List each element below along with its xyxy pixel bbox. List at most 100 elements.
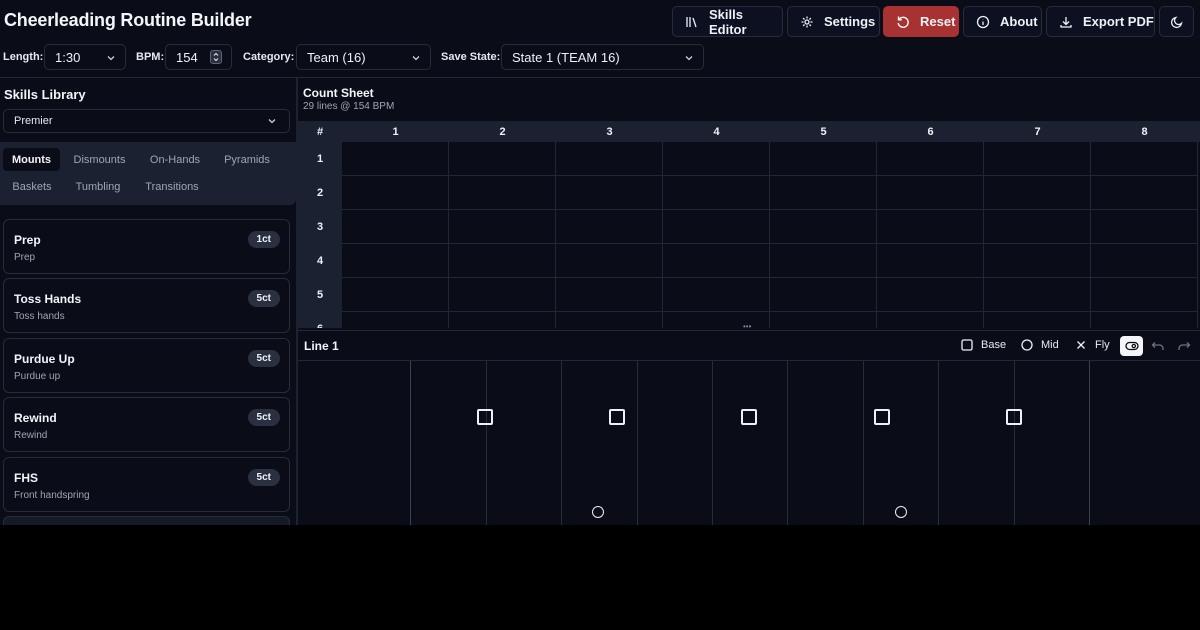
theme-toggle-button[interactable]: [1159, 6, 1194, 37]
about-button[interactable]: About: [963, 6, 1042, 37]
base-marker[interactable]: [741, 409, 757, 425]
count-cell[interactable]: [877, 312, 984, 328]
tab-mounts[interactable]: Mounts: [3, 148, 60, 171]
count-cell[interactable]: [663, 312, 770, 328]
count-cell[interactable]: [556, 142, 663, 176]
count-cell[interactable]: [877, 142, 984, 176]
reset-button[interactable]: Reset: [883, 6, 959, 37]
count-cell[interactable]: [342, 142, 449, 176]
count-cell[interactable]: [663, 176, 770, 210]
count-cell[interactable]: [342, 210, 449, 244]
toggle-icon: [1124, 341, 1139, 351]
count-cell[interactable]: [984, 142, 1091, 176]
undo-button[interactable]: [1146, 336, 1169, 356]
base-marker[interactable]: [609, 409, 625, 425]
bpm-stepper[interactable]: [210, 50, 222, 64]
skills-editor-button[interactable]: Skills Editor: [672, 6, 783, 37]
count-cell[interactable]: [556, 210, 663, 244]
stage-gridline: [712, 361, 713, 525]
skill-card[interactable]: FHS Front handspring 5ct: [3, 457, 290, 512]
legend-mid[interactable]: Mid: [1021, 339, 1059, 351]
skill-card[interactable]: [3, 516, 290, 525]
save-state-value: State 1 (TEAM 16): [512, 49, 620, 65]
skill-card[interactable]: Prep Prep 1ct: [3, 219, 290, 274]
count-cell[interactable]: [1091, 278, 1198, 312]
tab-baskets[interactable]: Baskets: [3, 175, 61, 198]
formation-stage[interactable]: [298, 361, 1200, 525]
skill-card[interactable]: Purdue Up Purdue up 5ct: [3, 338, 290, 393]
count-cell[interactable]: [556, 312, 663, 328]
count-cell[interactable]: [663, 210, 770, 244]
count-cell[interactable]: [449, 278, 556, 312]
count-cell[interactable]: [1091, 210, 1198, 244]
reset-label: Reset: [920, 14, 956, 29]
count-cell[interactable]: [877, 278, 984, 312]
bpm-input[interactable]: 154: [165, 44, 232, 70]
count-cell[interactable]: [449, 176, 556, 210]
base-marker[interactable]: [477, 409, 493, 425]
count-cell[interactable]: [342, 244, 449, 278]
count-cell[interactable]: [770, 210, 877, 244]
chevron-down-icon: [107, 56, 115, 61]
category-select[interactable]: Team (16): [296, 44, 431, 70]
count-cell[interactable]: [877, 176, 984, 210]
count-cell[interactable]: [556, 176, 663, 210]
row-number-column: 1 2 3 4 5 6: [298, 142, 342, 328]
tab-dismounts[interactable]: Dismounts: [63, 148, 136, 171]
length-label: Length:: [3, 51, 44, 63]
count-badge: 5ct: [247, 350, 280, 367]
count-cell[interactable]: [449, 312, 556, 328]
count-cell[interactable]: [770, 176, 877, 210]
redo-button[interactable]: [1172, 336, 1195, 356]
skill-card[interactable]: Rewind Rewind 5ct: [3, 397, 290, 452]
count-cell[interactable]: [770, 312, 877, 328]
count-cell[interactable]: [1091, 142, 1198, 176]
base-marker[interactable]: [874, 409, 890, 425]
count-cell[interactable]: [1091, 176, 1198, 210]
count-cell[interactable]: [556, 244, 663, 278]
count-cell[interactable]: [984, 210, 1091, 244]
length-select[interactable]: 1:30: [44, 44, 126, 70]
skills-editor-label: Skills Editor: [709, 6, 747, 37]
reset-icon: [897, 16, 909, 28]
tab-on-hands[interactable]: On-Hands: [139, 148, 211, 171]
skill-card[interactable]: Toss Hands Toss hands 5ct: [3, 278, 290, 333]
count-cell[interactable]: [663, 142, 770, 176]
tab-transitions[interactable]: Transitions: [135, 175, 209, 198]
level-select[interactable]: Premier: [3, 109, 290, 133]
count-cell[interactable]: [770, 142, 877, 176]
header-count: 5: [820, 125, 827, 138]
settings-button[interactable]: Settings: [787, 6, 880, 37]
line-title: Line 1: [304, 339, 339, 353]
count-cell[interactable]: [556, 278, 663, 312]
count-cell[interactable]: [984, 312, 1091, 328]
count-cell[interactable]: [449, 244, 556, 278]
count-cell[interactable]: [770, 278, 877, 312]
save-state-select[interactable]: State 1 (TEAM 16): [501, 44, 704, 70]
count-sheet-header: # 1 2 3 4 5 6 7 8: [298, 121, 1200, 142]
count-cell[interactable]: [449, 210, 556, 244]
count-cell[interactable]: [342, 312, 449, 328]
count-cell[interactable]: [342, 176, 449, 210]
legend-fly[interactable]: Fly: [1075, 339, 1110, 351]
mid-marker[interactable]: [592, 506, 604, 518]
count-cell[interactable]: [770, 244, 877, 278]
mid-marker[interactable]: [895, 506, 907, 518]
base-marker[interactable]: [1006, 409, 1022, 425]
count-cell[interactable]: [984, 176, 1091, 210]
legend-base[interactable]: Base: [961, 339, 1006, 351]
tab-pyramids[interactable]: Pyramids: [214, 148, 280, 171]
count-cell[interactable]: [1091, 244, 1198, 278]
count-cell[interactable]: [449, 142, 556, 176]
count-cell[interactable]: [663, 278, 770, 312]
tab-tumbling[interactable]: Tumbling: [64, 175, 132, 198]
count-cell[interactable]: [1091, 312, 1198, 328]
toggle-view-button[interactable]: [1120, 336, 1143, 356]
count-cell[interactable]: [663, 244, 770, 278]
count-cell[interactable]: [877, 244, 984, 278]
count-cell[interactable]: [984, 244, 1091, 278]
count-cell[interactable]: [342, 278, 449, 312]
count-cell[interactable]: [984, 278, 1091, 312]
count-cell[interactable]: [877, 210, 984, 244]
export-pdf-button[interactable]: Export PDF: [1046, 6, 1155, 37]
